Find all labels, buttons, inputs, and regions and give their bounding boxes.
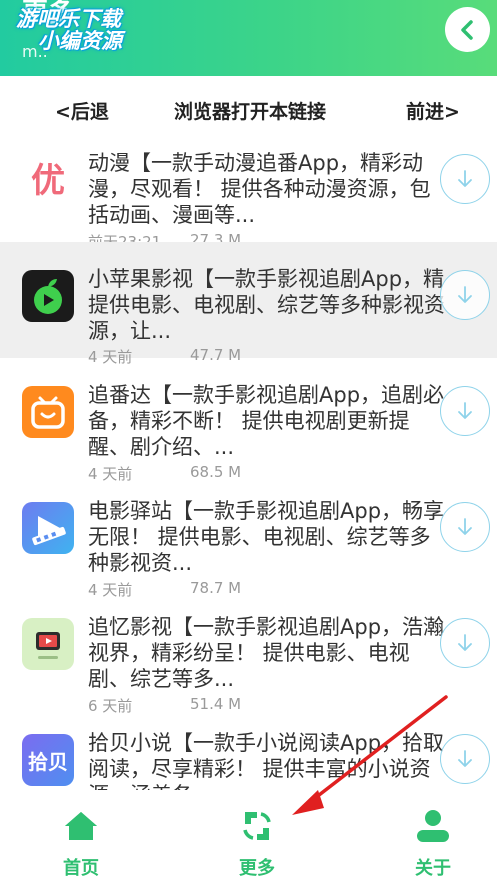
home-icon <box>65 812 97 840</box>
download-arrow-icon <box>458 286 472 303</box>
watermark-line1: 游吧乐下载 <box>16 7 121 31</box>
download-arrow-icon <box>458 518 472 535</box>
watermark-logo: 游吧乐下载 小编资源 <box>16 8 206 52</box>
download-arrow-icon <box>458 634 472 651</box>
app-meta: 4 天前 47.7 M <box>88 346 241 367</box>
download-arrow-icon <box>458 402 472 419</box>
list-item[interactable]: 追番达【一款手影视追剧App，追剧必备，精彩不断！ 提供电视剧更新提醒、剧介绍、… <box>0 372 497 488</box>
app-header: 更多 m.. 游吧乐下载 小编资源 <box>0 0 497 76</box>
download-button[interactable] <box>440 154 490 204</box>
download-button[interactable] <box>440 618 490 668</box>
app-size: 51.4 M <box>190 695 242 713</box>
svg-text:拾贝: 拾贝 <box>28 750 68 774</box>
download-button[interactable] <box>440 270 490 320</box>
tab-more[interactable]: 更多 <box>207 790 307 885</box>
download-button[interactable] <box>440 734 490 784</box>
tab-home-label: 首页 <box>63 858 99 879</box>
app-description: 追忆影视【一款手影视追剧App，浩瀚视界，精彩纷呈！ 提供电影、电视剧、综艺等多… <box>88 615 445 691</box>
list-item[interactable]: 小苹果影视【一款手影视追剧App，精提供电影、电视剧、综艺等多种影视资源，让..… <box>0 242 497 366</box>
download-button[interactable] <box>440 502 490 552</box>
tab-more-label: 更多 <box>239 858 275 879</box>
app-time: 4 天前 <box>88 465 133 483</box>
tab-home[interactable]: 首页 <box>31 790 131 885</box>
youku-icon: 优 <box>22 154 74 206</box>
app-meta: 4 天前 68.5 M <box>88 463 241 484</box>
download-arrow-icon <box>458 170 472 187</box>
user-icon <box>417 810 449 842</box>
back-button[interactable] <box>445 7 490 52</box>
download-button[interactable] <box>440 386 490 436</box>
list-item[interactable]: 电影驿站【一款手影视追剧App，畅享无限！ 提供电影、电视剧、综艺等多种影视资.… <box>0 488 497 604</box>
orange-tv-icon <box>22 386 74 438</box>
list-item[interactable]: 追忆影视【一款手影视追剧App，浩瀚视界，精彩纷呈！ 提供电影、电视剧、综艺等多… <box>0 604 497 720</box>
bottom-tab-bar: 首页 更多 关于 <box>0 790 497 885</box>
film-strip-play-icon <box>22 502 74 554</box>
more-switch-icon <box>243 812 271 840</box>
app-description: 动漫【一款手动漫追番App，精彩动漫，尽观看！ 提供各种动漫资源，包括动画、漫画… <box>88 151 431 227</box>
shibei-novel-icon: 拾贝 <box>22 734 74 786</box>
tab-about[interactable]: 关于 <box>383 790 483 885</box>
app-time: 6 天前 <box>88 697 133 715</box>
tab-about-label: 关于 <box>415 858 451 879</box>
app-time: 4 天前 <box>88 348 133 366</box>
app-description: 小苹果影视【一款手影视追剧App，精提供电影、电视剧、综艺等多种影视资源，让..… <box>88 267 445 343</box>
app-description: 追番达【一款手影视追剧App，追剧必备，精彩不断！ 提供电视剧更新提醒、剧介绍、… <box>88 383 445 459</box>
app-time: 4 天前 <box>88 581 133 599</box>
app-size: 78.7 M <box>190 579 242 597</box>
browser-navbar: <后退 浏览器打开本链接 前进> <box>0 92 497 132</box>
green-apple-icon <box>22 270 74 322</box>
app-meta: 4 天前 78.7 M <box>88 579 241 600</box>
open-in-browser-link[interactable]: 浏览器打开本链接 <box>174 92 326 132</box>
watermark-line2: 小编资源 <box>38 29 122 53</box>
svg-text:优: 优 <box>31 161 65 201</box>
app-description: 电影驿站【一款手影视追剧App，畅享无限！ 提供电影、电视剧、综艺等多种影视资.… <box>88 499 445 575</box>
nav-forward-link[interactable]: 前进> <box>406 92 460 132</box>
app-size: 47.7 M <box>190 346 242 364</box>
app-size: 68.5 M <box>190 463 242 481</box>
chevron-left-icon <box>460 19 473 40</box>
memory-tv-icon <box>22 618 74 670</box>
nav-back-link[interactable]: <后退 <box>55 92 109 132</box>
app-meta: 6 天前 51.4 M <box>88 695 241 716</box>
download-arrow-icon <box>458 750 472 767</box>
list-item[interactable]: 优 动漫【一款手动漫追番App，精彩动漫，尽观看！ 提供各种动漫资源，包括动画、… <box>0 140 497 256</box>
